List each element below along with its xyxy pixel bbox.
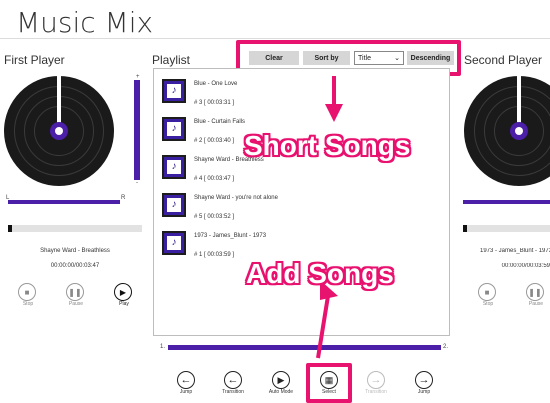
short-songs-annotation: Short Songs bbox=[244, 130, 411, 161]
annotation-arrows bbox=[316, 76, 343, 359]
add-songs-annotation: Add Songs bbox=[246, 258, 394, 289]
